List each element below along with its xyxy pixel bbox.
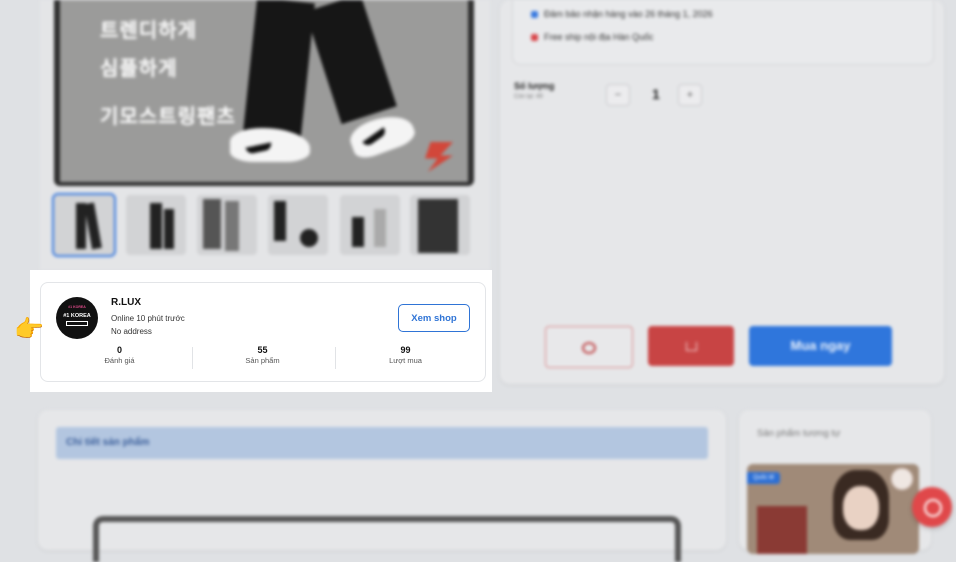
- shop-online-status: Online 10 phút trước: [111, 314, 185, 323]
- stat-reviews: 0 Đánh giá: [48, 345, 191, 365]
- thumbnail[interactable]: [197, 195, 257, 255]
- shop-info-card: #1 KOREA #1 KOREA R.LUX Online 10 phút t…: [40, 282, 486, 382]
- shop-address: No address: [111, 327, 152, 336]
- shop-name[interactable]: R.LUX: [111, 297, 141, 308]
- stat-purchases: 99 Lượt mua: [334, 345, 477, 365]
- thumbnail[interactable]: [52, 193, 116, 257]
- product-gallery: 트렌디하게 심플하게 기모스트링팬츠: [40, 0, 490, 270]
- floating-chat-button[interactable]: [912, 487, 952, 527]
- shop-avatar[interactable]: #1 KOREA #1 KOREA: [56, 297, 98, 339]
- chat-bubble-icon: [924, 499, 942, 517]
- quantity-label: Số lượng: [514, 81, 555, 91]
- stat-products: 55 Sản phẩm: [191, 345, 334, 365]
- image-text-line1: 트렌디하게: [100, 20, 197, 42]
- buy-now-button[interactable]: Mua ngay: [749, 326, 892, 366]
- international-tag: Quốc tế: [747, 472, 781, 484]
- similar-product-image[interactable]: Quốc tế: [747, 464, 919, 554]
- chat-icon: [582, 341, 596, 354]
- image-text-line3: 기모스트링팬츠: [100, 106, 236, 128]
- thumbnail[interactable]: [126, 195, 186, 255]
- heart-icon[interactable]: [891, 468, 913, 490]
- quantity-plus-button[interactable]: +: [678, 84, 702, 106]
- delivery-icon: [531, 11, 538, 19]
- add-to-cart-button[interactable]: [648, 326, 734, 366]
- image-text-line2: 심플하게: [100, 58, 178, 80]
- stat-value: 99: [400, 345, 411, 355]
- brand-logo: [425, 142, 453, 172]
- stat-value: 0: [116, 345, 122, 355]
- delivery-info: Đảm bảo nhận hàng vào 26 tháng 1, 2026 F…: [512, 0, 934, 65]
- similar-products-title: Sản phẩm tương tự: [757, 428, 841, 439]
- similar-products-card: Sản phẩm tương tự Quốc tế: [739, 410, 931, 554]
- truck-icon: [531, 34, 538, 42]
- thumbnail[interactable]: [268, 195, 328, 255]
- stat-label: Lượt mua: [389, 356, 422, 365]
- product-details-card: Chi tiết sản phẩm: [38, 410, 726, 562]
- quantity-minus-button[interactable]: −: [606, 84, 630, 106]
- freeship-text: Free ship nội địa Hàn Quốc: [544, 32, 654, 42]
- details-image-frame: [93, 516, 681, 562]
- stat-label: Sản phẩm: [245, 356, 280, 365]
- quantity-remaining: Còn lại: 49: [514, 94, 543, 100]
- chat-button[interactable]: [545, 326, 633, 368]
- view-shop-button[interactable]: Xem shop: [398, 304, 470, 332]
- thumbnail-strip: [52, 193, 474, 259]
- stat-value: 55: [257, 345, 268, 355]
- avatar-text: #1 KOREA: [63, 313, 91, 319]
- delivery-guarantee-text: Đảm bảo nhận hàng vào 26 tháng 1, 2026: [544, 9, 713, 19]
- product-details-title[interactable]: Chi tiết sản phẩm: [56, 427, 708, 459]
- quantity-value[interactable]: 1: [652, 86, 660, 102]
- stat-label: Đánh giá: [104, 356, 135, 365]
- product-main-image[interactable]: 트렌디하게 심플하게 기모스트링팬츠: [54, 0, 474, 186]
- cart-icon: [685, 342, 697, 352]
- thumbnail[interactable]: [410, 195, 470, 255]
- thumbnail[interactable]: [340, 195, 400, 255]
- pointing-hand-icon: 👉: [14, 316, 44, 343]
- avatar-small-text: #1 KOREA: [68, 305, 86, 309]
